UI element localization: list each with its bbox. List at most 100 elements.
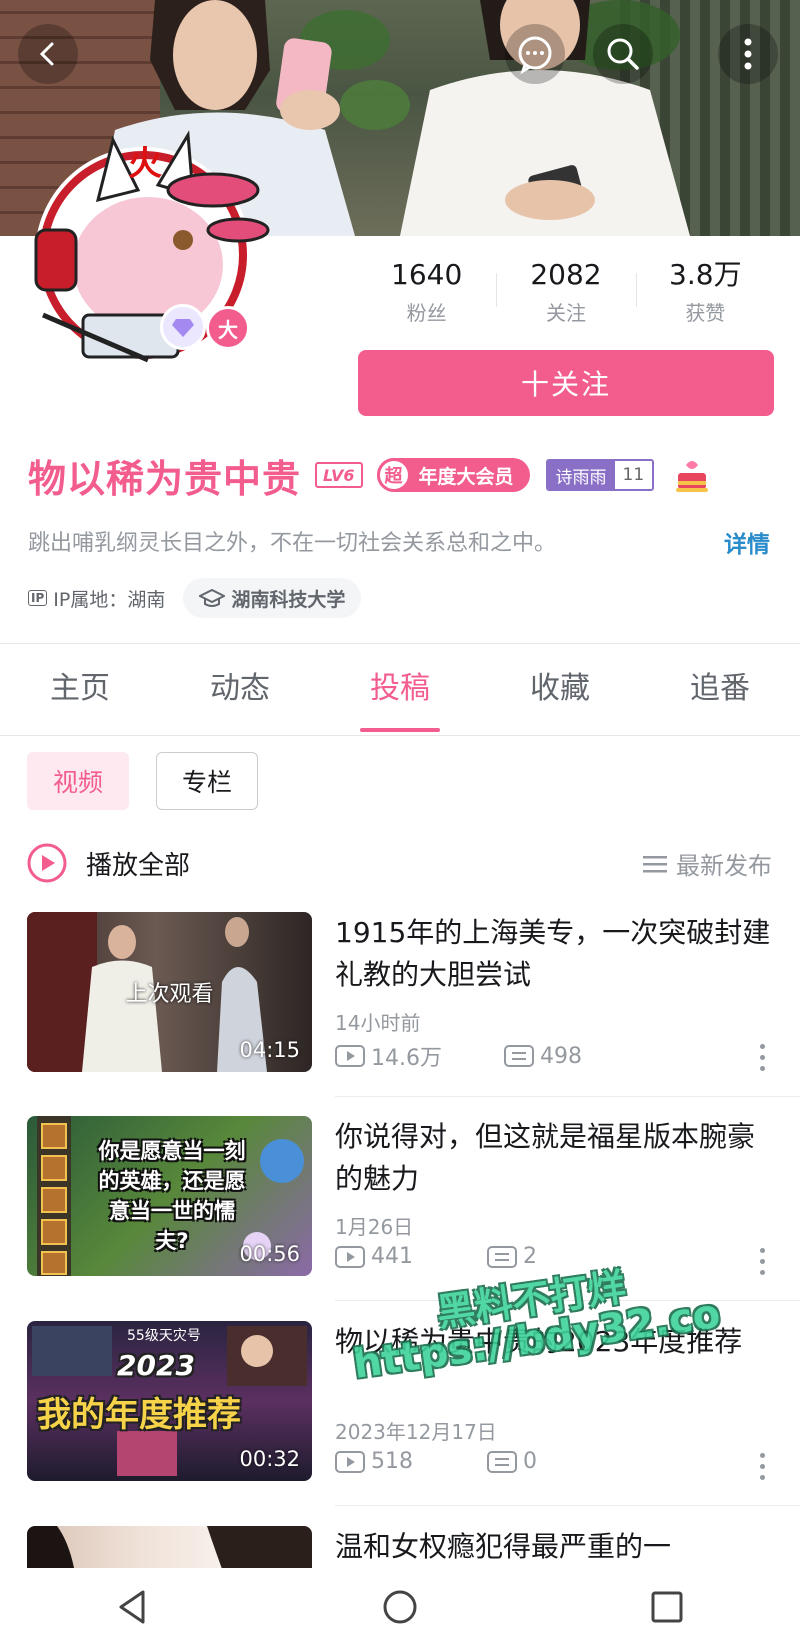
video-thumbnail[interactable]: 你是愿意当一刻的英雄，还是愿意当一世的懦夫? 00:56: [27, 1116, 312, 1276]
video-thumbnail[interactable]: 55级天灾号 2023 我的年度推荐 00:32: [27, 1321, 312, 1481]
video-duration: 00:56: [239, 1242, 300, 1266]
back-button[interactable]: [18, 24, 78, 84]
thumbnail-small-caption: 55级天灾号: [127, 1328, 201, 1344]
graduation-cap-icon: [199, 588, 226, 607]
thumbnail-year: 2023: [117, 1349, 195, 1382]
school-name: 湖南科技大学: [231, 588, 346, 611]
anniversary-cake-icon[interactable]: [672, 455, 712, 495]
play-count: 518: [371, 1449, 413, 1474]
divider: [335, 1505, 800, 1506]
stat-likes[interactable]: 3.8万 获赞: [635, 255, 775, 335]
divider: [335, 1096, 800, 1097]
video-title[interactable]: 温和女权瘾犯得最严重的一: [335, 1526, 775, 1568]
tab-home[interactable]: 主页: [0, 644, 160, 734]
video-item[interactable]: 温和女权瘾犯得最严重的一: [0, 1526, 800, 1568]
video-duration: 00:32: [239, 1447, 300, 1471]
video-thumbnail[interactable]: [27, 1526, 312, 1568]
thumbnail-caption: 我的年度推荐: [37, 1395, 241, 1435]
comment-count: 498: [540, 1043, 582, 1069]
video-item[interactable]: 上次观看 04:15 1915年的上海美专，一次突破封建礼教的大胆尝试 14小时…: [0, 912, 800, 1117]
nav-home-icon[interactable]: [380, 1587, 420, 1627]
more-vertical-icon: [744, 38, 752, 70]
name-row: 物以稀为贵中贵 LV6 超 年度大会员 诗雨雨 11: [28, 450, 712, 501]
danmaku-icon: [504, 1045, 534, 1067]
detail-link[interactable]: 详情: [724, 525, 770, 559]
avatar-badge: 大: [206, 306, 250, 350]
chat-icon: [518, 36, 552, 74]
nav-recents-icon[interactable]: [647, 1587, 687, 1627]
vip-super-icon: 超: [376, 458, 411, 492]
video-item[interactable]: 你是愿意当一刻的英雄，还是愿意当一世的懦夫? 00:56 你说得对，但这就是福星…: [0, 1116, 800, 1321]
svg-text:火: 火: [128, 144, 162, 184]
video-date: 2023年12月17日: [335, 1420, 497, 1444]
play-all-label: 播放全部: [86, 850, 191, 881]
video-title[interactable]: 你说得对，但这就是福星版本腕豪的魅力: [335, 1116, 775, 1200]
last-watched-overlay: 上次观看: [125, 982, 214, 1007]
play-count: 441: [371, 1244, 413, 1269]
profile-tabs: 主页 动态 投稿 收藏 追番: [0, 644, 800, 734]
subtab-video[interactable]: 视频: [27, 752, 129, 810]
more-vertical-icon[interactable]: [760, 1248, 766, 1276]
video-stats: 14.6万 498: [335, 1040, 582, 1072]
search-icon: [607, 38, 639, 70]
level-badge[interactable]: LV6: [315, 462, 363, 488]
sort-list-icon: [643, 855, 667, 872]
more-vertical-icon[interactable]: [760, 1044, 766, 1072]
tab-dynamics[interactable]: 动态: [160, 644, 320, 734]
danmaku-icon: [487, 1450, 517, 1473]
tab-bangumi[interactable]: 追番: [640, 644, 800, 734]
medal-name: 诗雨雨: [547, 461, 615, 489]
divider: [0, 735, 800, 736]
stat-followers[interactable]: 1640 粉丝: [357, 255, 496, 335]
bio-text: 跳出哺乳纲灵长目之外，不在一切社会关系总和之中。: [28, 531, 557, 556]
sort-label: 最新发布: [676, 852, 772, 880]
chat-button[interactable]: [505, 24, 565, 84]
comment-count: 0: [523, 1449, 537, 1474]
play-all-button[interactable]: 播放全部: [26, 842, 190, 884]
avatar-image: 火: [34, 130, 270, 363]
play-count-icon: [335, 1045, 365, 1067]
follow-button[interactable]: 十关注: [358, 350, 774, 416]
tab-uploads[interactable]: 投稿: [320, 644, 480, 734]
more-vertical-icon[interactable]: [760, 1453, 766, 1481]
video-thumbnail[interactable]: 上次观看 04:15: [27, 912, 312, 1072]
vip-diamond-icon: [160, 304, 206, 350]
ip-icon: IP: [28, 590, 48, 606]
play-count-icon: [335, 1245, 365, 1268]
vip-badge[interactable]: 超 年度大会员: [376, 458, 530, 492]
stat-value: 2082: [530, 258, 602, 291]
stat-label: 获赞: [685, 301, 726, 325]
divider: [335, 1300, 800, 1301]
video-stats: 518 0: [335, 1449, 537, 1474]
video-item[interactable]: 55级天灾号 2023 我的年度推荐 00:32 物以稀为贵中贵的2023年度推…: [0, 1321, 800, 1526]
play-count-icon: [335, 1450, 365, 1473]
stat-value: 3.8万: [669, 258, 742, 291]
username: 物以稀为贵中贵: [28, 456, 302, 501]
stat-label: 关注: [545, 301, 586, 325]
stat-value: 1640: [391, 258, 463, 291]
video-title[interactable]: 物以稀为贵中贵的2023年度推荐: [335, 1321, 775, 1363]
system-nav-bar: [0, 1568, 800, 1646]
tab-favorites[interactable]: 收藏: [480, 644, 640, 734]
video-stats: 441 2: [335, 1244, 537, 1269]
more-button[interactable]: [718, 24, 778, 84]
profile-stats: 1640 粉丝 2082 关注 3.8万 获赞: [357, 255, 775, 335]
search-button[interactable]: [593, 24, 653, 84]
fan-medal[interactable]: 诗雨雨 11: [545, 459, 655, 491]
stat-label: 粉丝: [406, 301, 447, 325]
video-title[interactable]: 1915年的上海美专，一次突破封建礼教的大胆尝试: [335, 912, 775, 996]
sort-button[interactable]: 最新发布: [642, 846, 772, 881]
subtab-column[interactable]: 专栏: [156, 752, 258, 810]
play-count: 14.6万: [371, 1046, 442, 1071]
vip-label: 年度大会员: [418, 465, 514, 488]
nav-back-icon[interactable]: [113, 1587, 153, 1627]
video-date: 14小时前: [335, 1011, 421, 1035]
school-tag[interactable]: 湖南科技大学: [183, 578, 362, 618]
avatar[interactable]: 火 大: [28, 130, 278, 390]
medal-level: 11: [614, 461, 653, 489]
chevron-left-icon: [39, 42, 54, 66]
video-duration: 04:15: [239, 1038, 300, 1062]
stat-following[interactable]: 2082 关注: [496, 255, 635, 335]
ip-location: IP属地：湖南: [53, 588, 166, 611]
play-circle-icon: [27, 843, 67, 883]
